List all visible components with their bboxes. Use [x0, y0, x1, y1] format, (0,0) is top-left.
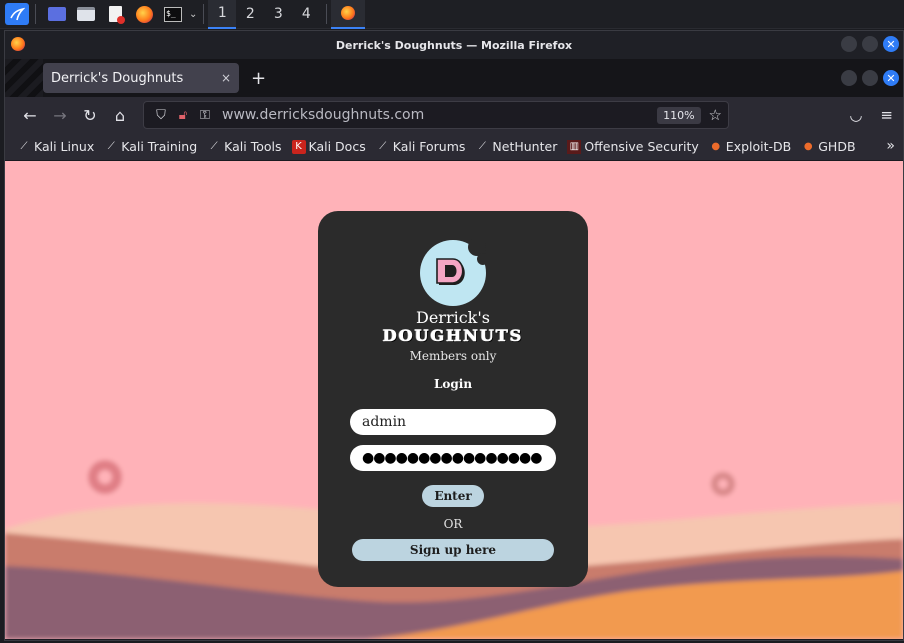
bookmark-label: Exploit-DB: [725, 139, 792, 154]
tab-derricks-doughnuts[interactable]: Derrick's Doughnuts ×: [43, 63, 239, 93]
maximize-button[interactable]: [862, 36, 878, 52]
page-viewport: Derrick's DOUGHNUTS Members only Login a…: [5, 161, 903, 639]
bookmark-nethunter[interactable]: ⟋ NetHunter: [475, 139, 557, 154]
navigation-toolbar: ← → ↻ ⌂ ⛉ 🔓︎ ⚿ www.derricksdoughnuts.com…: [5, 97, 903, 133]
firefox-window-task-button[interactable]: [331, 0, 366, 29]
kali-docs-icon: K: [291, 139, 306, 154]
url-text[interactable]: www.derricksdoughnuts.com: [222, 107, 657, 123]
firefox-launcher-icon[interactable]: [132, 3, 156, 25]
close-tab-icon[interactable]: ×: [221, 71, 231, 85]
tab-maximize-button[interactable]: [862, 70, 878, 86]
username-value: admin: [362, 414, 407, 430]
insecure-lock-icon[interactable]: 🔓︎: [172, 108, 194, 123]
bookmark-offensive-security[interactable]: ▥ Offensive Security: [567, 139, 699, 154]
firefox-icon: [341, 6, 356, 20]
minimize-button[interactable]: [841, 36, 857, 52]
bookmark-star-icon[interactable]: ☆: [709, 106, 722, 124]
kali-icon: ⟋: [107, 141, 115, 152]
bookmark-label: Offensive Security: [584, 139, 699, 154]
workspace-1[interactable]: 1: [208, 0, 237, 29]
bookmark-label: Kali Docs: [308, 139, 366, 154]
offsec-icon: ▥: [567, 139, 582, 154]
login-card: Derrick's DOUGHNUTS Members only Login a…: [318, 211, 588, 587]
zoom-level-badge[interactable]: 110%: [657, 106, 701, 124]
nethunter-icon: ⟋: [478, 141, 486, 152]
bookmark-kali-tools[interactable]: ⟋ Kali Tools: [207, 139, 282, 154]
doughnut-logo-icon: [420, 239, 487, 306]
menu-hamburger-icon[interactable]: ≡: [880, 106, 893, 124]
tracking-protection-shield-icon[interactable]: ⛉: [150, 108, 172, 123]
login-heading: Login: [433, 377, 473, 391]
firefox-window: Derrick's Doughnuts — Mozilla Firefox ✕ …: [4, 30, 904, 641]
members-only-subtitle: Members only: [409, 349, 497, 363]
bookmark-label: GHDB: [818, 139, 856, 154]
brand-name-line1: Derrick's: [416, 308, 490, 327]
bookmark-label: NetHunter: [492, 139, 558, 154]
tabstrip-decoration: [5, 59, 43, 97]
system-taskbar: $_ ⌄ 1 2 3 4: [0, 0, 904, 29]
sign-up-button[interactable]: Sign up here: [352, 539, 554, 561]
kali-icon: ⟋: [20, 141, 28, 152]
tab-close-window-button[interactable]: ✕: [883, 70, 899, 86]
firefox-icon: [11, 37, 25, 51]
bookmarks-toolbar: ⟋ Kali Linux ⟋ Kali Training ⟋ Kali Tools K…: [5, 133, 903, 161]
kali-icon: ⟋: [379, 141, 387, 152]
forward-arrow-icon[interactable]: →: [45, 101, 75, 129]
reload-icon[interactable]: ↻: [75, 101, 105, 129]
bookmark-label: Kali Tools: [224, 139, 282, 154]
url-bar[interactable]: ⛉ 🔓︎ ⚿ www.derricksdoughnuts.com 110% ☆: [143, 101, 729, 129]
kali-menu-icon[interactable]: [5, 3, 29, 25]
more-bookmarks-chevron-icon[interactable]: »: [886, 138, 895, 154]
bookmark-ghdb[interactable]: ● GHDB: [801, 139, 856, 154]
bookmark-kali-training[interactable]: ⟋ Kali Training: [104, 139, 197, 154]
home-icon[interactable]: ⌂: [105, 101, 135, 129]
tab-strip: Derrick's Doughnuts × + ✕: [5, 59, 903, 97]
file-manager-icon[interactable]: [74, 3, 98, 25]
brand-name-line2: DOUGHNUTS: [382, 326, 524, 345]
close-window-button[interactable]: ✕: [883, 36, 899, 52]
desktop-icon[interactable]: [45, 3, 69, 25]
username-field[interactable]: admin: [350, 409, 556, 435]
terminal-icon[interactable]: $_: [161, 3, 185, 25]
workspace-3[interactable]: 3: [264, 0, 292, 29]
bookmark-kali-docs[interactable]: K Kali Docs: [291, 139, 366, 154]
kali-icon: ⟋: [210, 141, 218, 152]
bookmark-kali-linux[interactable]: ⟋ Kali Linux: [17, 139, 95, 154]
workspace-4[interactable]: 4: [292, 0, 320, 29]
new-tab-button[interactable]: +: [251, 68, 266, 89]
window-titlebar: Derrick's Doughnuts — Mozilla Firefox ✕: [5, 31, 903, 59]
bookmark-exploit-db[interactable]: ● Exploit-DB: [709, 139, 791, 154]
pocket-icon[interactable]: ◡: [849, 106, 862, 124]
exploitdb-icon: ●: [711, 141, 721, 152]
window-title: Derrick's Doughnuts — Mozilla Firefox: [335, 38, 573, 52]
bookmark-label: Kali Forums: [392, 139, 466, 154]
enter-button[interactable]: Enter: [422, 485, 484, 507]
bookmark-label: Kali Training: [121, 139, 198, 154]
or-divider-text: OR: [443, 517, 463, 531]
text-editor-icon[interactable]: [103, 3, 127, 25]
bookmark-kali-forums[interactable]: ⟋ Kali Forums: [376, 139, 466, 154]
workspace-2[interactable]: 2: [236, 0, 264, 29]
ghdb-icon: ●: [803, 141, 813, 152]
back-arrow-icon[interactable]: ←: [15, 101, 45, 129]
password-mask: ●●●●●●●●●●●●●●●●: [362, 450, 542, 466]
password-field[interactable]: ●●●●●●●●●●●●●●●●: [350, 445, 556, 471]
taskbar-separator: [326, 4, 328, 24]
taskbar-separator: [35, 4, 36, 24]
tab-minimize-button[interactable]: [841, 70, 857, 86]
tab-label: Derrick's Doughnuts: [51, 70, 184, 86]
chevron-down-icon[interactable]: ⌄: [189, 9, 197, 20]
bookmark-label: Kali Linux: [34, 139, 95, 154]
taskbar-separator: [203, 4, 205, 24]
key-icon[interactable]: ⚿: [194, 108, 216, 123]
